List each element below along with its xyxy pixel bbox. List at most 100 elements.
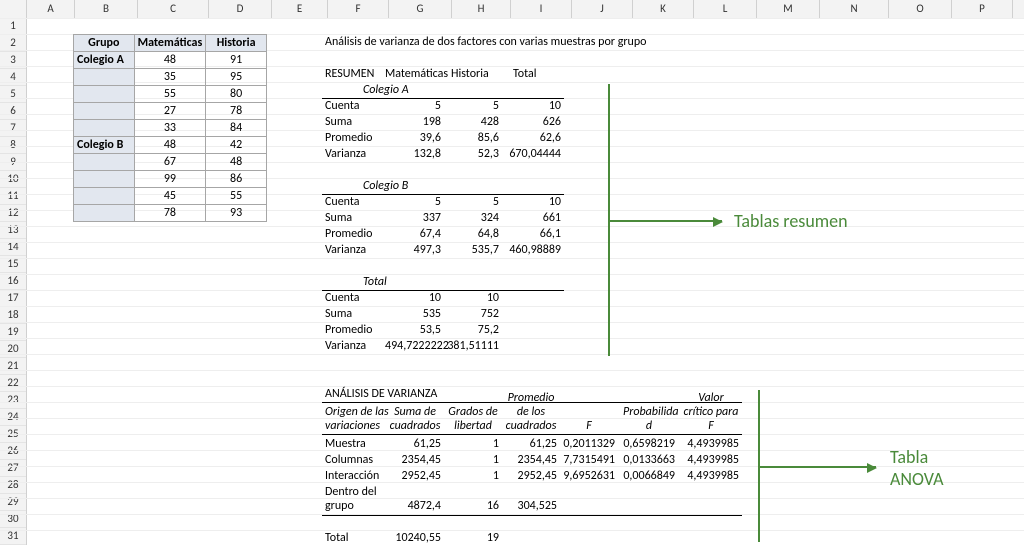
summary-group-name: Colegio B <box>360 178 411 194</box>
summary-stat-label: Cuenta <box>322 98 382 114</box>
col-M[interactable]: M <box>757 0 820 18</box>
col-N[interactable]: N <box>820 0 889 18</box>
header-grupo[interactable]: Grupo <box>74 35 135 52</box>
data-cell-historia[interactable]: 95 <box>206 69 267 86</box>
col-E[interactable]: E <box>272 0 328 18</box>
col-G[interactable]: G <box>389 0 452 18</box>
analysis-title: Análisis de varianza de dos factores con… <box>322 34 649 50</box>
row-header[interactable]: 25 <box>0 426 26 443</box>
data-cell-matematicas[interactable]: 33 <box>134 120 206 137</box>
row-header[interactable]: 24 <box>0 409 26 426</box>
data-cell-matematicas[interactable]: 45 <box>134 188 206 205</box>
data-cell-matematicas[interactable]: 67 <box>134 154 206 171</box>
header-matematicas[interactable]: Matemáticas <box>134 35 206 52</box>
row-header[interactable]: 26 <box>0 443 26 460</box>
row-header[interactable]: 27 <box>0 460 26 477</box>
row-header[interactable]: 13 <box>0 222 26 239</box>
row-header[interactable]: 14 <box>0 239 26 256</box>
col-F[interactable]: F <box>328 0 389 18</box>
anova-header-line <box>322 434 742 435</box>
data-cell-matematicas[interactable]: 48 <box>134 52 206 69</box>
col-J[interactable]: J <box>572 0 633 18</box>
data-cell-grupo[interactable] <box>74 205 135 222</box>
data-cell-grupo[interactable] <box>74 120 135 137</box>
summary-stat-h: 5 <box>444 98 502 114</box>
row-header[interactable]: 16 <box>0 273 26 290</box>
row-header[interactable]: 22 <box>0 375 26 392</box>
anova-cell-ss: 61,25 <box>386 436 444 452</box>
select-all-corner[interactable] <box>0 0 27 18</box>
table-row: 7893 <box>74 205 267 222</box>
row-header[interactable]: 31 <box>0 528 26 545</box>
data-cell-historia[interactable]: 80 <box>206 86 267 103</box>
row-header[interactable]: 1 <box>0 18 26 35</box>
col-A[interactable]: A <box>27 0 75 18</box>
summary-stat-i: 10 <box>502 194 564 210</box>
data-cell-grupo[interactable] <box>74 103 135 120</box>
data-cell-historia[interactable]: 48 <box>206 154 267 171</box>
row-header[interactable]: 29 <box>0 494 26 511</box>
anova-cell-df: 1 <box>444 436 502 452</box>
data-cell-matematicas[interactable]: 27 <box>134 103 206 120</box>
data-cell-grupo[interactable]: Colegio A <box>74 52 135 69</box>
row-header[interactable]: 5 <box>0 86 26 103</box>
row-header[interactable]: 8 <box>0 137 26 154</box>
data-cell-grupo[interactable] <box>74 86 135 103</box>
data-cell-grupo[interactable] <box>74 69 135 86</box>
data-cell-matematicas[interactable]: 48 <box>134 137 206 154</box>
row-header[interactable]: 9 <box>0 154 26 171</box>
col-O[interactable]: O <box>889 0 952 18</box>
data-cell-matematicas[interactable]: 35 <box>134 69 206 86</box>
data-cell-historia[interactable]: 78 <box>206 103 267 120</box>
data-cell-historia[interactable]: 42 <box>206 137 267 154</box>
data-cell-grupo[interactable] <box>74 188 135 205</box>
row-header[interactable]: 19 <box>0 324 26 341</box>
row-header[interactable]: 28 <box>0 477 26 494</box>
row-header[interactable]: 4 <box>0 69 26 86</box>
row-header[interactable]: 12 <box>0 205 26 222</box>
row-header[interactable]: 17 <box>0 290 26 307</box>
row-header[interactable]: 2 <box>0 35 26 52</box>
header-historia[interactable]: Historia <box>206 35 267 52</box>
row-header[interactable]: 21 <box>0 358 26 375</box>
data-cell-matematicas[interactable]: 99 <box>134 171 206 188</box>
col-P[interactable]: P <box>952 0 1013 18</box>
data-cell-matematicas[interactable]: 55 <box>134 86 206 103</box>
data-cell-historia[interactable]: 86 <box>206 171 267 188</box>
row-header[interactable]: 3 <box>0 52 26 69</box>
summary-stat-label: Varianza <box>322 338 382 354</box>
data-cell-historia[interactable]: 91 <box>206 52 267 69</box>
col-D[interactable]: D <box>209 0 272 18</box>
row-header[interactable]: 6 <box>0 103 26 120</box>
row-header[interactable]: 10 <box>0 171 26 188</box>
row-header[interactable]: 11 <box>0 188 26 205</box>
anova-cell-ms: 2952,45 <box>502 468 560 484</box>
col-I[interactable]: I <box>511 0 572 18</box>
col-K[interactable]: K <box>633 0 694 18</box>
row-header[interactable]: 18 <box>0 307 26 324</box>
row-header[interactable]: 7 <box>0 120 26 137</box>
anova-cell-p: 0,0133663 <box>620 452 678 468</box>
data-cell-historia[interactable]: 84 <box>206 120 267 137</box>
data-cell-grupo[interactable] <box>74 154 135 171</box>
input-data-table[interactable]: Grupo Matemáticas Historia Colegio A4891… <box>73 34 267 222</box>
row-header[interactable]: 20 <box>0 341 26 358</box>
summary-stat-label: Suma <box>322 114 382 130</box>
col-B[interactable]: B <box>75 0 138 18</box>
data-cell-grupo[interactable]: Colegio B <box>74 137 135 154</box>
anova-h6-l2: d <box>620 418 678 434</box>
data-cell-historia[interactable]: 93 <box>206 205 267 222</box>
table-row: 2778 <box>74 103 267 120</box>
col-C[interactable]: C <box>138 0 209 18</box>
spreadsheet[interactable]: A B C D E F G H I J K L M N O P 12345678… <box>0 0 1024 542</box>
row-header[interactable]: 23 <box>0 392 26 409</box>
row-header[interactable]: 30 <box>0 511 26 528</box>
data-cell-historia[interactable]: 55 <box>206 188 267 205</box>
data-cell-grupo[interactable] <box>74 171 135 188</box>
data-cell-matematicas[interactable]: 78 <box>134 205 206 222</box>
col-H[interactable]: H <box>452 0 511 18</box>
col-L[interactable]: L <box>694 0 757 18</box>
summary-stat-label: Cuenta <box>322 290 382 306</box>
row-header[interactable]: 15 <box>0 256 26 273</box>
summary-stat-label: Suma <box>322 210 382 226</box>
